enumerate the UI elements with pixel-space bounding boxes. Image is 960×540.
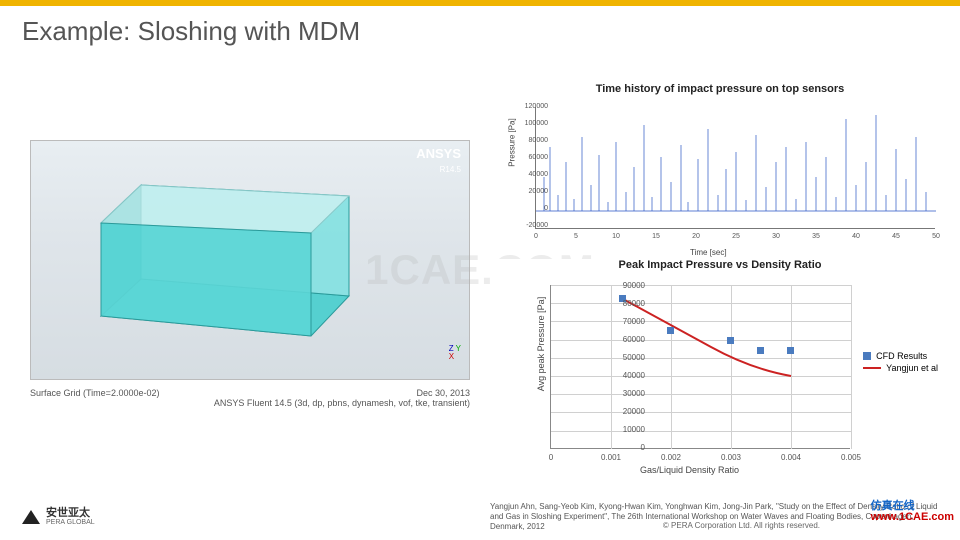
triangle-icon (22, 510, 40, 524)
c1-yt: 120000 (512, 103, 548, 110)
c1-xt: 35 (806, 233, 826, 240)
data-point (727, 337, 734, 344)
data-point (757, 347, 764, 354)
accent-bar (0, 0, 960, 6)
c2-xt: 0.005 (834, 453, 868, 462)
charts-panel: Time history of impact pressure on top s… (490, 80, 950, 489)
chart1-title: Time history of impact pressure on top s… (490, 83, 950, 95)
legend-ref: Yangjun et al (886, 363, 938, 373)
c2-yt: 50000 (595, 353, 645, 362)
slide-title: Example: Sloshing with MDM (22, 16, 360, 47)
c1-xt: 10 (606, 233, 626, 240)
chart2-ylabel: Avg peak Pressure [Pa] (536, 297, 546, 391)
c2-yt: 0 (595, 443, 645, 452)
chart1-plotarea (535, 107, 935, 229)
c2-yt: 40000 (595, 371, 645, 380)
data-point (787, 347, 794, 354)
legend-line-icon (863, 367, 881, 369)
c2-yt: 80000 (595, 299, 645, 308)
c2-yt: 30000 (595, 389, 645, 398)
c1-yt: 100000 (512, 120, 548, 127)
data-point (667, 327, 674, 334)
c1-xt: 45 (886, 233, 906, 240)
c1-xt: 30 (766, 233, 786, 240)
c2-yt: 20000 (595, 407, 645, 416)
watermark-right: 仿真在线 www.1CAE.com (871, 501, 954, 524)
sim-metadata: Surface Grid (Time=2.0000e-02) Dec 30, 2… (30, 388, 470, 398)
time-history-chart: Time history of impact pressure on top s… (490, 83, 950, 253)
ansys-logo: ANSYS R14.5 (416, 147, 461, 174)
solver-line: ANSYS Fluent 14.5 (3d, dp, pbns, dynames… (30, 398, 470, 408)
logo-text: 安世亚太 PERA GLOBAL (46, 508, 95, 526)
chart2-legend: CFD Results Yangjun et al (863, 349, 938, 375)
c1-yt: 20000 (512, 188, 548, 195)
ansys-word: ANSYS (416, 146, 461, 161)
density-ratio-chart: Peak Impact Pressure vs Density Ratio Av… (490, 259, 950, 489)
chart1-series (536, 107, 936, 229)
tank-geometry (91, 171, 371, 341)
wm-bottom: www.1CAE.com (871, 511, 954, 523)
c2-xt: 0.002 (654, 453, 688, 462)
pera-logo: 安世亚太 PERA GLOBAL (22, 508, 95, 526)
c1-yt: 60000 (512, 154, 548, 161)
c2-xt: 0.001 (594, 453, 628, 462)
c1-xt: 0 (526, 233, 546, 240)
legend-marker-icon (863, 352, 871, 360)
c2-yt: 70000 (595, 317, 645, 326)
chart2-title: Peak Impact Pressure vs Density Ratio (490, 259, 950, 271)
wm-top: 仿真在线 (871, 500, 915, 512)
c1-yt: 0 (512, 205, 548, 212)
c2-yt: 10000 (595, 425, 645, 434)
c2-xt: 0.003 (714, 453, 748, 462)
copyright: © PERA Corporation Ltd. All rights reser… (663, 521, 820, 530)
c1-yt: 80000 (512, 137, 548, 144)
c2-xt: 0.004 (774, 453, 808, 462)
chart1-xlabel: Time [sec] (690, 248, 727, 257)
c1-xt: 15 (646, 233, 666, 240)
brand-en: PERA GLOBAL (46, 519, 95, 526)
c1-xt: 5 (566, 233, 586, 240)
brand-cn: 安世亚太 (46, 507, 90, 519)
chart2-xlabel: Gas/Liquid Density Ratio (640, 465, 739, 475)
c1-yt: -20000 (512, 222, 548, 229)
c2-xt: 0 (534, 453, 568, 462)
c1-xt: 20 (686, 233, 706, 240)
ansys-version: R14.5 (440, 165, 461, 174)
c2-yt: 60000 (595, 335, 645, 344)
surface-grid-label: Surface Grid (Time=2.0000e-02) (30, 388, 159, 398)
legend-cfd: CFD Results (876, 351, 927, 361)
sim-date: Dec 30, 2013 (416, 388, 470, 398)
c2-yt: 90000 (595, 281, 645, 290)
c1-yt: 40000 (512, 171, 548, 178)
c1-xt: 40 (846, 233, 866, 240)
c1-xt: 50 (926, 233, 946, 240)
axis-triad: Z YX (449, 345, 461, 361)
c1-xt: 25 (726, 233, 746, 240)
